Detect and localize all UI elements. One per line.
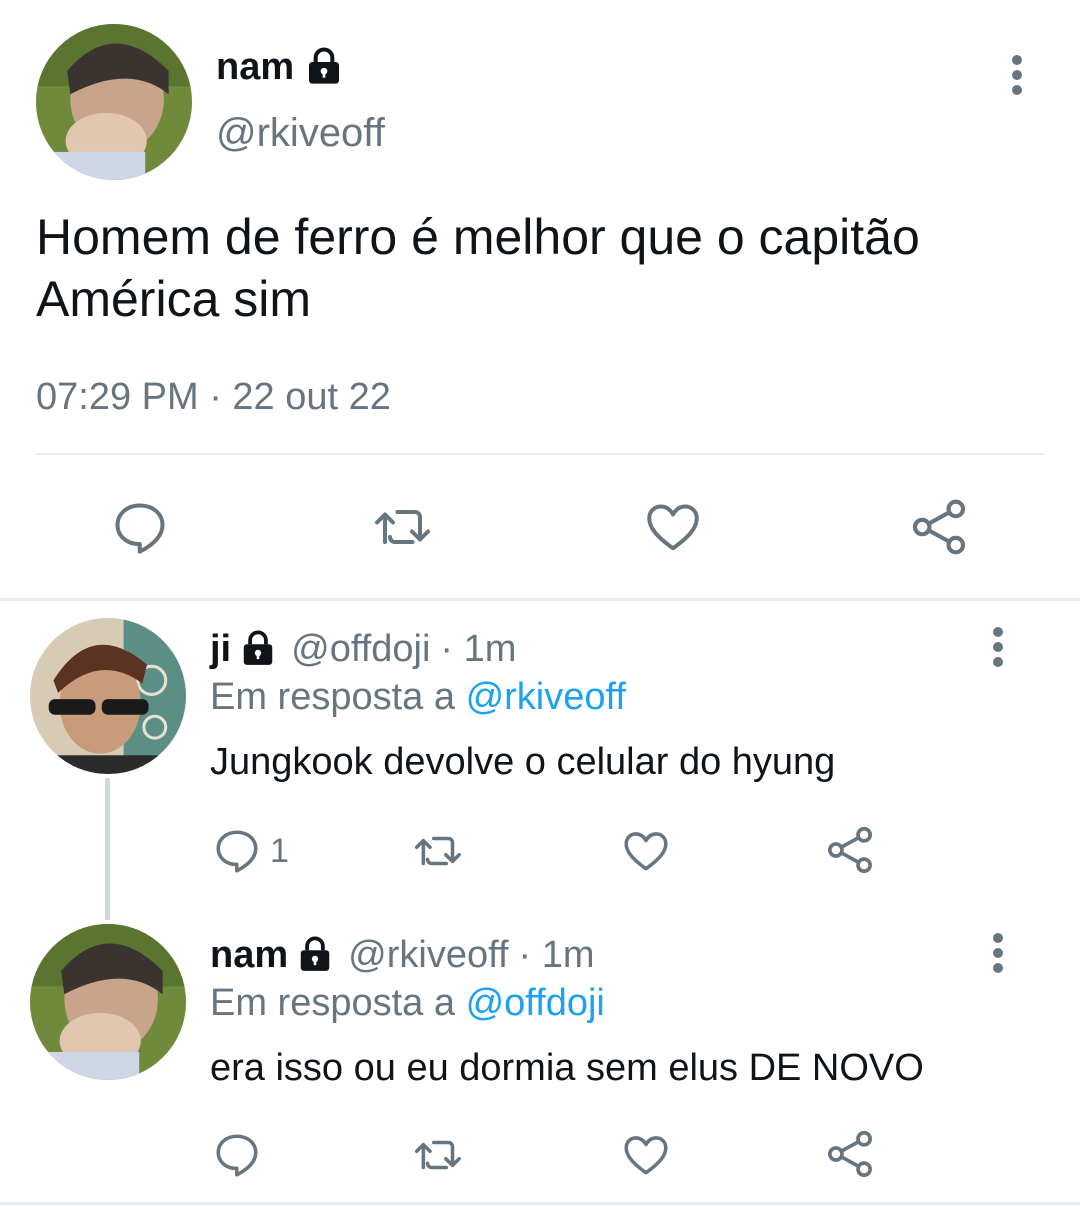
- avatar-reply-1[interactable]: [30, 618, 186, 774]
- more-options-icon[interactable]: [991, 627, 1005, 667]
- retweet-icon[interactable]: [412, 1130, 468, 1180]
- reply-icon[interactable]: 1: [212, 826, 289, 876]
- main-display-name-row: nam: [216, 42, 344, 92]
- share-icon[interactable]: [824, 824, 876, 876]
- lock-icon: [239, 630, 277, 668]
- share-icon[interactable]: [908, 496, 970, 558]
- reply-icon[interactable]: [212, 1130, 262, 1180]
- avatar-reply-2[interactable]: [30, 924, 186, 1080]
- main-display-name[interactable]: nam: [216, 42, 294, 92]
- more-options-icon[interactable]: [991, 933, 1005, 973]
- main-handle[interactable]: @rkiveoff: [216, 108, 385, 158]
- reply-1-mention-link[interactable]: @rkiveoff: [466, 676, 626, 718]
- reply-1-handle[interactable]: @offdoji: [291, 625, 430, 673]
- reply-prefix: Em resposta a: [210, 676, 455, 718]
- reply-prefix: Em resposta a: [210, 982, 455, 1024]
- more-options-icon[interactable]: [1010, 55, 1024, 95]
- reply-1-time: · 1m: [440, 628, 517, 670]
- like-icon[interactable]: [620, 1130, 672, 1180]
- thread-line: [105, 778, 110, 920]
- retweet-icon[interactable]: [372, 497, 438, 557]
- avatar-main[interactable]: [36, 24, 192, 180]
- reply-2-handle[interactable]: @rkiveoff: [348, 931, 508, 979]
- reply-1-header: ji @offdoji · 1m: [210, 625, 516, 673]
- like-icon[interactable]: [642, 497, 704, 557]
- reply-2-header: nam @rkiveoff · 1m: [210, 931, 595, 979]
- like-icon[interactable]: [620, 826, 672, 876]
- reply-icon[interactable]: [110, 498, 170, 558]
- reply-2-time: · 1m: [518, 934, 595, 976]
- retweet-icon[interactable]: [412, 826, 468, 876]
- share-icon[interactable]: [824, 1128, 876, 1180]
- reply-1-display-name[interactable]: ji: [210, 625, 231, 673]
- section-divider: [0, 598, 1080, 601]
- reply-2-mention-link[interactable]: @offdoji: [466, 982, 605, 1024]
- reply-2-display-name[interactable]: nam: [210, 931, 288, 979]
- reply-1-text: Jungkook devolve o celular do hyung: [210, 741, 836, 783]
- lock-icon: [296, 936, 334, 974]
- reply-1-in-reply-to: Em resposta a @rkiveoff: [210, 673, 626, 721]
- reply-2-text: era isso ou eu dormia sem elus DE NOVO: [210, 1047, 924, 1089]
- reply-2-in-reply-to: Em resposta a @offdoji: [210, 979, 605, 1027]
- reply-count: 1: [270, 831, 289, 870]
- divider: [36, 453, 1044, 455]
- main-tweet-timestamp: 07:29 PM · 22 out 22: [36, 376, 391, 418]
- main-tweet-text: Homem de ferro é melhor que o capitão Am…: [36, 209, 920, 327]
- lock-icon: [304, 47, 344, 87]
- bottom-divider: [0, 1202, 1080, 1205]
